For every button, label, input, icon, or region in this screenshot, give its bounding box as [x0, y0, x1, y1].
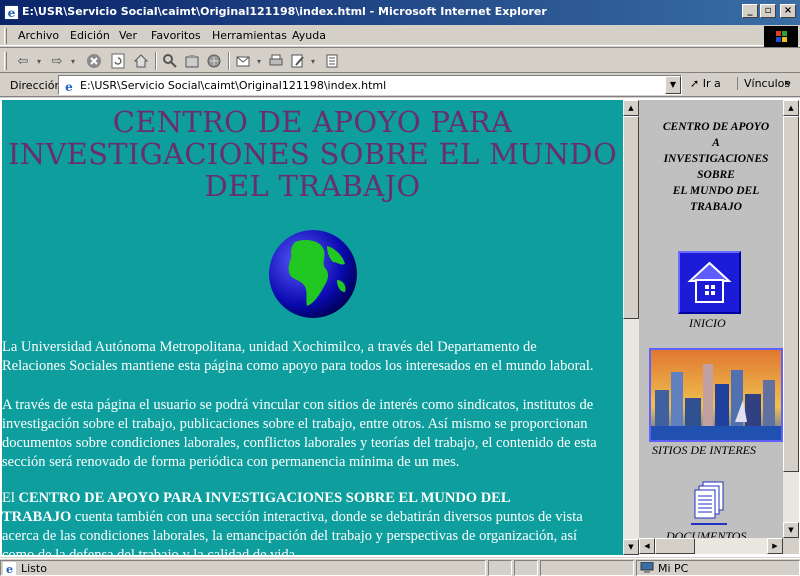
scroll-down-icon[interactable]: ▼ — [623, 539, 639, 555]
sitios-de-interes-button[interactable] — [649, 348, 783, 442]
sitios-de-interes-link[interactable]: SITIOS DE INTERES — [652, 443, 756, 458]
computer-icon — [640, 562, 654, 573]
menu-edicion[interactable]: Edición — [70, 29, 110, 42]
scrollbar-thumb[interactable] — [783, 116, 799, 472]
search-icon[interactable] — [160, 52, 180, 70]
toolbar-separator — [228, 52, 230, 70]
back-icon[interactable]: ⇦ — [12, 52, 34, 70]
mail-icon[interactable] — [234, 52, 254, 70]
intro-paragraph: La Universidad Autónoma Metropolitana, u… — [2, 339, 594, 374]
security-zone-panel: Mi PC — [636, 560, 800, 576]
menu-favoritos[interactable]: Favoritos — [151, 29, 201, 42]
interactive-paragraph: El CENTRO DE APOYO PARA INVESTIGACIONES … — [2, 490, 583, 555]
address-input[interactable]: e E:\USR\Servicio Social\caimt\Original1… — [58, 75, 682, 95]
menu-archivo[interactable]: Archivo — [18, 29, 59, 42]
stop-icon[interactable] — [84, 52, 104, 70]
side-vertical-scrollbar[interactable]: ▲ ▼ — [783, 100, 799, 538]
documentos-link[interactable]: DOCUMENTOS — [666, 529, 746, 538]
main-vertical-scrollbar[interactable]: ▲ ▼ — [623, 100, 639, 555]
menu-grip — [4, 28, 7, 44]
scrollbar-thumb[interactable] — [623, 116, 639, 319]
scroll-up-icon[interactable]: ▲ — [623, 100, 639, 116]
maximize-button[interactable]: ▫ — [760, 4, 776, 18]
standard-toolbar: ⇦ ▾ ⇨ ▾ ▾ ▾ — [0, 47, 800, 73]
go-arrow-icon: ➚ — [690, 77, 700, 90]
toolbar-grip — [4, 52, 7, 70]
scrollbar-thumb[interactable] — [655, 538, 695, 554]
side-title: CENTRO DE APOYO A INVESTIGACIONES SOBRE … — [662, 121, 770, 213]
window-title: E:\USR\Servicio Social\caimt\Original121… — [22, 5, 547, 18]
status-bar: e Listo Mi PC — [0, 558, 800, 576]
scroll-up-icon[interactable]: ▲ — [783, 100, 799, 116]
scroll-left-icon[interactable]: ◀ — [639, 538, 655, 554]
inicio-button[interactable] — [678, 251, 741, 314]
chevron-right-icon[interactable]: » — [784, 76, 791, 89]
scroll-right-icon[interactable]: ▶ — [767, 538, 783, 554]
navigation-frame[interactable]: CENTRO DE APOYO A INVESTIGACIONES SOBRE … — [639, 100, 783, 538]
inicio-link[interactable]: INICIO — [689, 316, 726, 331]
menu-ayuda[interactable]: Ayuda — [292, 29, 326, 42]
edit-dropdown-icon[interactable]: ▾ — [308, 52, 318, 70]
favorites-icon[interactable] — [182, 52, 202, 70]
documents-icon[interactable] — [691, 480, 727, 526]
print-icon[interactable] — [266, 52, 286, 70]
browser-viewport: CENTRO DE APOYO PARA INVESTIGACIONES SOB… — [0, 98, 800, 557]
home-icon[interactable] — [131, 52, 151, 70]
windows-logo-icon — [764, 26, 798, 48]
menu-bar: Archivo Edición Ver Favoritos Herramient… — [0, 25, 800, 48]
house-icon — [687, 261, 732, 303]
svg-text:e: e — [8, 6, 16, 20]
status-text: Listo — [21, 562, 47, 575]
status-panel — [540, 560, 634, 576]
go-label: Ir a — [702, 77, 721, 90]
address-value[interactable]: E:\USR\Servicio Social\caimt\Original121… — [80, 79, 386, 92]
scroll-down-icon[interactable]: ▼ — [783, 522, 799, 538]
description-paragraph: A través de esta página el usuario se po… — [2, 397, 597, 470]
status-text-panel: e Listo — [0, 560, 486, 576]
edit-icon[interactable] — [288, 52, 308, 70]
menu-herramientas[interactable]: Herramientas — [212, 29, 287, 42]
address-dropdown-icon[interactable]: ▼ — [665, 76, 681, 94]
zone-text: Mi PC — [658, 562, 689, 575]
close-button[interactable]: × — [780, 4, 796, 18]
menu-ver[interactable]: Ver — [119, 29, 137, 42]
forward-icon[interactable]: ⇨ — [46, 52, 68, 70]
address-bar: Dirección e E:\USR\Servicio Social\caimt… — [0, 73, 800, 97]
scrollbar-corner — [783, 538, 799, 554]
toolbar-separator — [155, 52, 157, 70]
svg-text:e: e — [6, 563, 13, 575]
city-image — [651, 350, 781, 440]
side-horizontal-scrollbar[interactable]: ◀ ▶ — [639, 538, 783, 554]
links-button[interactable]: Vínculos — [737, 77, 790, 90]
status-panel — [514, 560, 538, 576]
refresh-icon[interactable] — [108, 52, 128, 70]
main-frame[interactable]: CENTRO DE APOYO PARA INVESTIGACIONES SOB… — [2, 100, 623, 555]
mail-dropdown-icon[interactable]: ▾ — [254, 52, 264, 70]
page-title: CENTRO DE APOYO PARA INVESTIGACIONES SOB… — [7, 105, 618, 203]
address-label: Dirección — [10, 79, 62, 92]
go-button[interactable]: ➚ Ir a — [690, 77, 721, 90]
back-dropdown-icon[interactable]: ▾ — [34, 52, 44, 70]
minimize-button[interactable]: _ — [742, 4, 758, 18]
globe-icon — [269, 230, 357, 318]
page-icon: e — [3, 562, 16, 575]
forward-dropdown-icon[interactable]: ▾ — [68, 52, 78, 70]
page-icon: e — [62, 79, 76, 93]
svg-text:e: e — [65, 80, 73, 93]
status-panel — [488, 560, 512, 576]
window-titlebar[interactable]: e E:\USR\Servicio Social\caimt\Original1… — [0, 0, 800, 25]
ie-icon: e — [4, 5, 19, 20]
discuss-icon[interactable] — [322, 52, 342, 70]
history-icon[interactable] — [204, 52, 224, 70]
